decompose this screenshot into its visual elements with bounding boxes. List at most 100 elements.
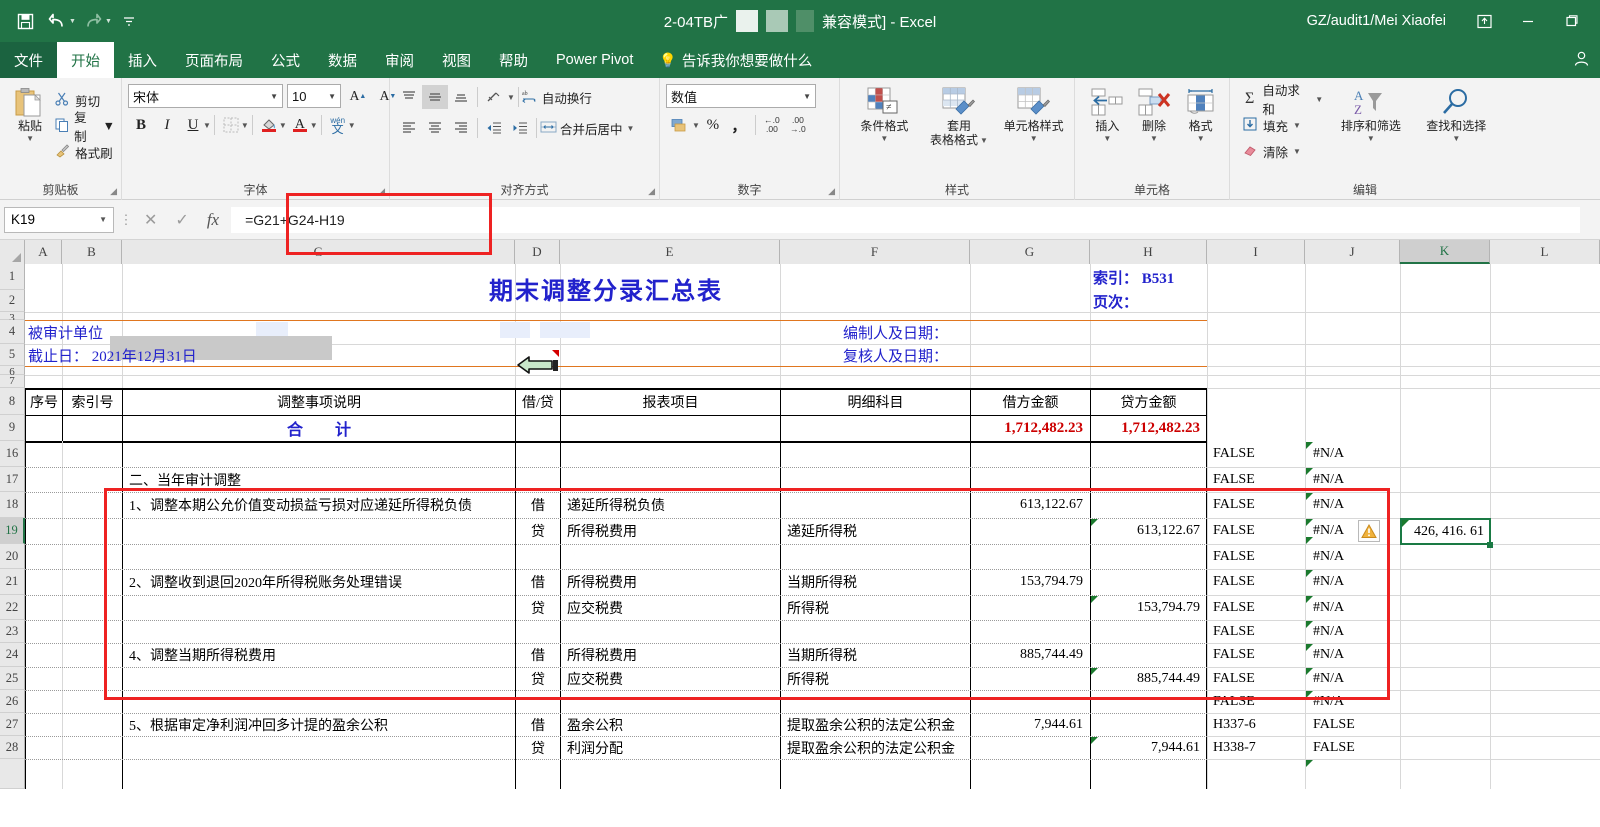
table-row[interactable] bbox=[784, 492, 970, 518]
tab-formulas[interactable]: 公式 bbox=[257, 42, 314, 78]
increase-decimal-button[interactable]: ←.0.00 bbox=[759, 113, 785, 137]
clear-button[interactable]: 清除 ▼ bbox=[1242, 138, 1323, 164]
table-row[interactable]: 提取盈余公积的法定公积金 bbox=[784, 713, 970, 736]
clipboard-dialog-launcher[interactable]: ◢ bbox=[110, 186, 117, 197]
format-as-table-button[interactable]: 套用 表格格式 ▼ bbox=[925, 84, 994, 148]
format-painter-button[interactable]: 格式刷 bbox=[54, 139, 115, 165]
number-format-caret-icon[interactable]: ▼ bbox=[799, 92, 811, 101]
undo-dropdown-caret[interactable]: ▼ bbox=[69, 18, 76, 25]
row-header-22[interactable]: 22 bbox=[0, 595, 25, 620]
table-row[interactable]: 613,122.67 bbox=[971, 492, 1086, 518]
clear-caret-icon[interactable]: ▼ bbox=[1293, 147, 1301, 156]
increase-font-size-button[interactable]: A ▲ bbox=[345, 84, 371, 108]
restore-button[interactable] bbox=[1552, 5, 1592, 37]
align-left-button[interactable] bbox=[396, 116, 422, 140]
table-row[interactable]: FALSE bbox=[1210, 544, 1305, 569]
table-row[interactable]: 4、调整当期所得税费用 bbox=[126, 643, 514, 667]
tab-help[interactable]: 帮助 bbox=[485, 42, 542, 78]
table-row[interactable]: 所得税 bbox=[784, 595, 970, 620]
table-row[interactable]: 5、根据审定净利润冲回多计提的盈余公积 bbox=[126, 713, 514, 736]
cell-styles-caret-icon[interactable]: ▼ bbox=[1030, 134, 1038, 143]
accounting-format-button[interactable] bbox=[666, 113, 692, 137]
table-row[interactable]: FALSE bbox=[1310, 736, 1400, 759]
table-row[interactable]: 递延所得税负债 bbox=[564, 492, 780, 518]
column-header-D[interactable]: D bbox=[515, 240, 560, 264]
table-row[interactable]: 7,944.61 bbox=[971, 713, 1086, 736]
row-header-2[interactable]: 2 bbox=[0, 290, 25, 312]
tab-home[interactable]: 开始 bbox=[57, 42, 114, 78]
conditional-formatting-caret-icon[interactable]: ▼ bbox=[880, 134, 888, 143]
table-row[interactable]: 885,744.49 bbox=[971, 643, 1086, 667]
copy-caret-icon[interactable]: ▼ bbox=[103, 119, 115, 133]
cell-K19-value[interactable]: 426, 416. 61 bbox=[1402, 519, 1487, 544]
table-row[interactable]: 所得税 bbox=[784, 667, 970, 690]
row-header-9[interactable]: 9 bbox=[0, 415, 25, 441]
fill-button[interactable]: 填充 ▼ bbox=[1242, 112, 1323, 138]
table-row[interactable]: 当期所得税 bbox=[784, 643, 970, 667]
column-header-K[interactable]: K bbox=[1400, 240, 1490, 264]
tab-data[interactable]: 数据 bbox=[314, 42, 371, 78]
select-all-corner[interactable] bbox=[0, 240, 25, 264]
row-header-20[interactable]: 20 bbox=[0, 544, 25, 569]
decrease-decimal-button[interactable]: .00 →.0 bbox=[785, 113, 811, 137]
row-header-8[interactable]: 8 bbox=[0, 388, 25, 415]
table-row[interactable]: H337-6 bbox=[1210, 713, 1305, 736]
row-header-5[interactable]: 5 bbox=[0, 344, 25, 366]
row-header-1[interactable]: 1 bbox=[0, 264, 25, 290]
sort-filter-button[interactable]: A Z 排序和筛选 ▼ bbox=[1333, 84, 1408, 143]
undo-icon[interactable] bbox=[42, 7, 72, 35]
font-size-caret-icon[interactable]: ▼ bbox=[324, 92, 336, 101]
tab-file[interactable]: 文件 bbox=[0, 42, 57, 78]
table-row[interactable]: 所得税费用 bbox=[564, 518, 780, 544]
table-row[interactable]: 153,794.79 bbox=[1091, 595, 1203, 620]
paste-button[interactable]: 粘贴 ▼ bbox=[6, 84, 54, 143]
borders-caret-icon[interactable]: ▼ bbox=[241, 121, 249, 130]
table-row[interactable]: FALSE bbox=[1310, 713, 1400, 736]
table-row[interactable]: 递延所得税 bbox=[784, 518, 970, 544]
find-select-button[interactable]: 查找和选择 ▼ bbox=[1419, 84, 1494, 143]
number-format-combo[interactable]: 数值 ▼ bbox=[666, 84, 816, 108]
table-row[interactable]: 二、当年审计调整 bbox=[126, 467, 514, 492]
format-as-table-caret-icon[interactable]: ▼ bbox=[980, 136, 988, 145]
column-header-I[interactable]: I bbox=[1207, 240, 1305, 264]
name-box-caret-icon[interactable]: ▼ bbox=[99, 215, 107, 224]
table-row[interactable]: #N/A bbox=[1310, 667, 1400, 690]
table-row[interactable]: 贷 bbox=[516, 518, 560, 544]
left-arrow-shape[interactable] bbox=[516, 353, 562, 380]
tab-review[interactable]: 审阅 bbox=[371, 42, 428, 78]
column-header-B[interactable]: B bbox=[62, 240, 122, 264]
cell-styles-button[interactable]: 单元格样式 ▼ bbox=[999, 84, 1068, 143]
table-row[interactable]: 1、调整本期公允价值变动损益亏损对应递延所得税负债 bbox=[126, 492, 514, 518]
align-bottom-button[interactable] bbox=[448, 85, 474, 109]
number-dialog-launcher[interactable]: ◢ bbox=[828, 186, 835, 197]
customize-qat-icon[interactable] bbox=[114, 7, 144, 35]
table-row[interactable]: 贷 bbox=[516, 667, 560, 690]
table-row[interactable]: 贷 bbox=[516, 736, 560, 759]
delete-cells-button[interactable]: 删除 ▼ bbox=[1132, 84, 1177, 143]
insert-cells-caret-icon[interactable]: ▼ bbox=[1103, 134, 1111, 143]
font-name-caret-icon[interactable]: ▼ bbox=[266, 92, 278, 101]
table-row[interactable]: #N/A bbox=[1310, 595, 1400, 620]
align-top-button[interactable] bbox=[396, 85, 422, 109]
row-header-28[interactable]: 28 bbox=[0, 736, 25, 759]
table-row[interactable]: 当期所得税 bbox=[784, 569, 970, 595]
table-row[interactable]: 应交税费 bbox=[564, 667, 780, 690]
increase-indent-button[interactable] bbox=[507, 116, 533, 140]
table-row[interactable]: #N/A bbox=[1310, 690, 1400, 713]
table-row[interactable]: #N/A bbox=[1310, 544, 1400, 569]
table-row[interactable]: 借 bbox=[516, 713, 560, 736]
table-row[interactable]: FALSE bbox=[1210, 690, 1305, 713]
table-row[interactable]: FALSE bbox=[1210, 492, 1305, 518]
tab-power-pivot[interactable]: Power Pivot bbox=[542, 42, 647, 78]
table-row[interactable]: 盈余公积 bbox=[564, 713, 780, 736]
cancel-formula-icon[interactable]: ✕ bbox=[144, 210, 157, 230]
tab-insert[interactable]: 插入 bbox=[114, 42, 171, 78]
decrease-indent-button[interactable] bbox=[481, 116, 507, 140]
table-row[interactable]: 应交税费 bbox=[564, 595, 780, 620]
table-row[interactable]: 借 bbox=[516, 569, 560, 595]
row-header-16[interactable]: 16 bbox=[0, 441, 25, 467]
conditional-formatting-button[interactable]: ≠ 条件格式 ▼ bbox=[850, 84, 919, 143]
tell-me-box[interactable]: 💡 告诉我你想要做什么 bbox=[647, 42, 812, 78]
row-header-7[interactable]: 7 bbox=[0, 375, 25, 388]
table-row[interactable]: #N/A bbox=[1310, 441, 1400, 467]
